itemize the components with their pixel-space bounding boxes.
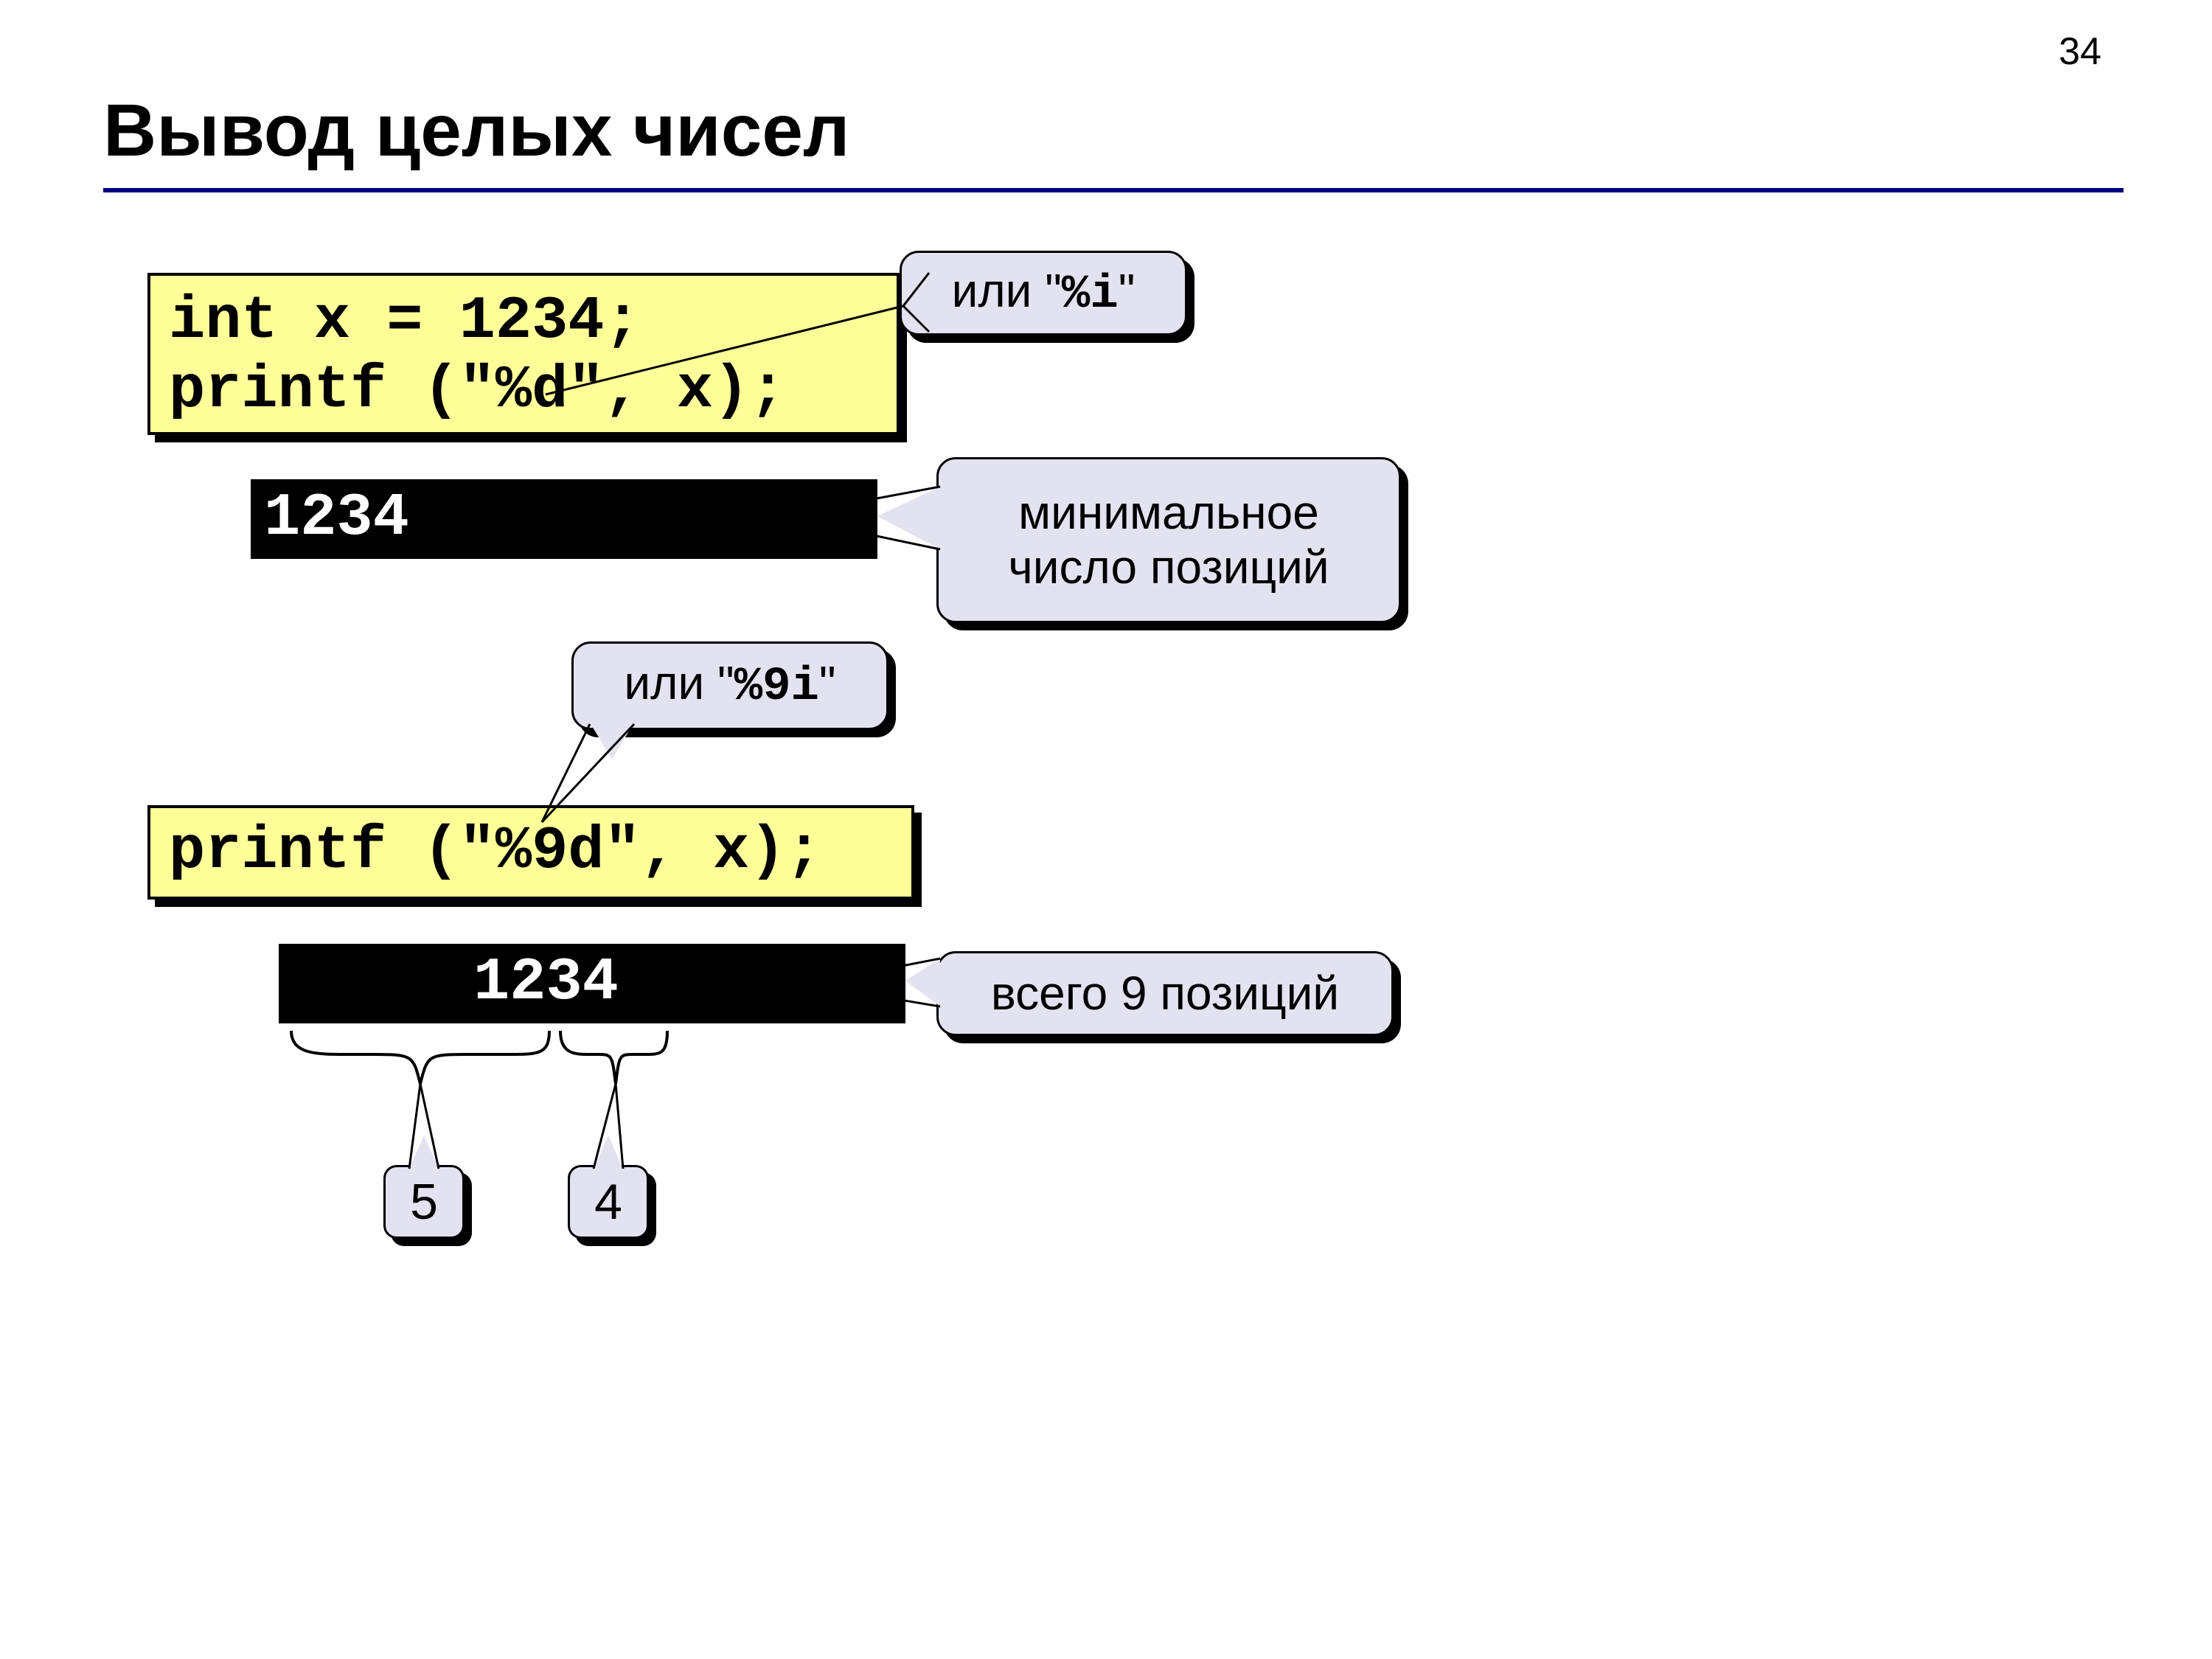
callout-percent-i: или "%i" — [900, 251, 1187, 335]
callout-min-line2: число позиций — [1008, 540, 1329, 594]
code2-text: printf ("%9d", x); — [147, 805, 914, 900]
callout-i-suffix: " — [1119, 264, 1135, 317]
output-2: 1234 — [279, 944, 905, 1023]
callout-min-line1: минимальное — [1018, 486, 1319, 539]
callout-9pos-text: всего 9 позиций — [936, 951, 1394, 1036]
output-1: 1234 — [251, 479, 877, 559]
callout-9i-suffix: " — [819, 656, 836, 709]
code1-line1: int x = 1234; — [169, 287, 641, 355]
code1-line2: printf ("%d", x); — [169, 356, 786, 425]
brace-label-5: 5 — [383, 1165, 465, 1239]
code-block-2: printf ("%9d", x); — [147, 805, 914, 900]
callout-percent-9i: или "%9i" — [571, 641, 888, 730]
brace-4-text: 4 — [568, 1165, 649, 1239]
callout-total-9-positions: всего 9 позиций — [936, 951, 1394, 1036]
callout-9i-prefix: или " — [624, 656, 734, 709]
brace-label-4: 4 — [568, 1165, 649, 1239]
callout-min-positions: минимальное число позиций — [936, 457, 1401, 623]
page-number: 34 — [2059, 29, 2101, 74]
page-title: Вывод целых чисел — [103, 88, 850, 173]
brace-5-text: 5 — [383, 1165, 465, 1239]
code-block-1: int x = 1234; printf ("%d", x); — [147, 273, 900, 435]
callout-i-prefix: или " — [952, 264, 1062, 317]
callout-i-code: %i — [1062, 268, 1119, 321]
title-underline — [103, 188, 2124, 192]
callout-9i-code: %9i — [734, 661, 819, 714]
